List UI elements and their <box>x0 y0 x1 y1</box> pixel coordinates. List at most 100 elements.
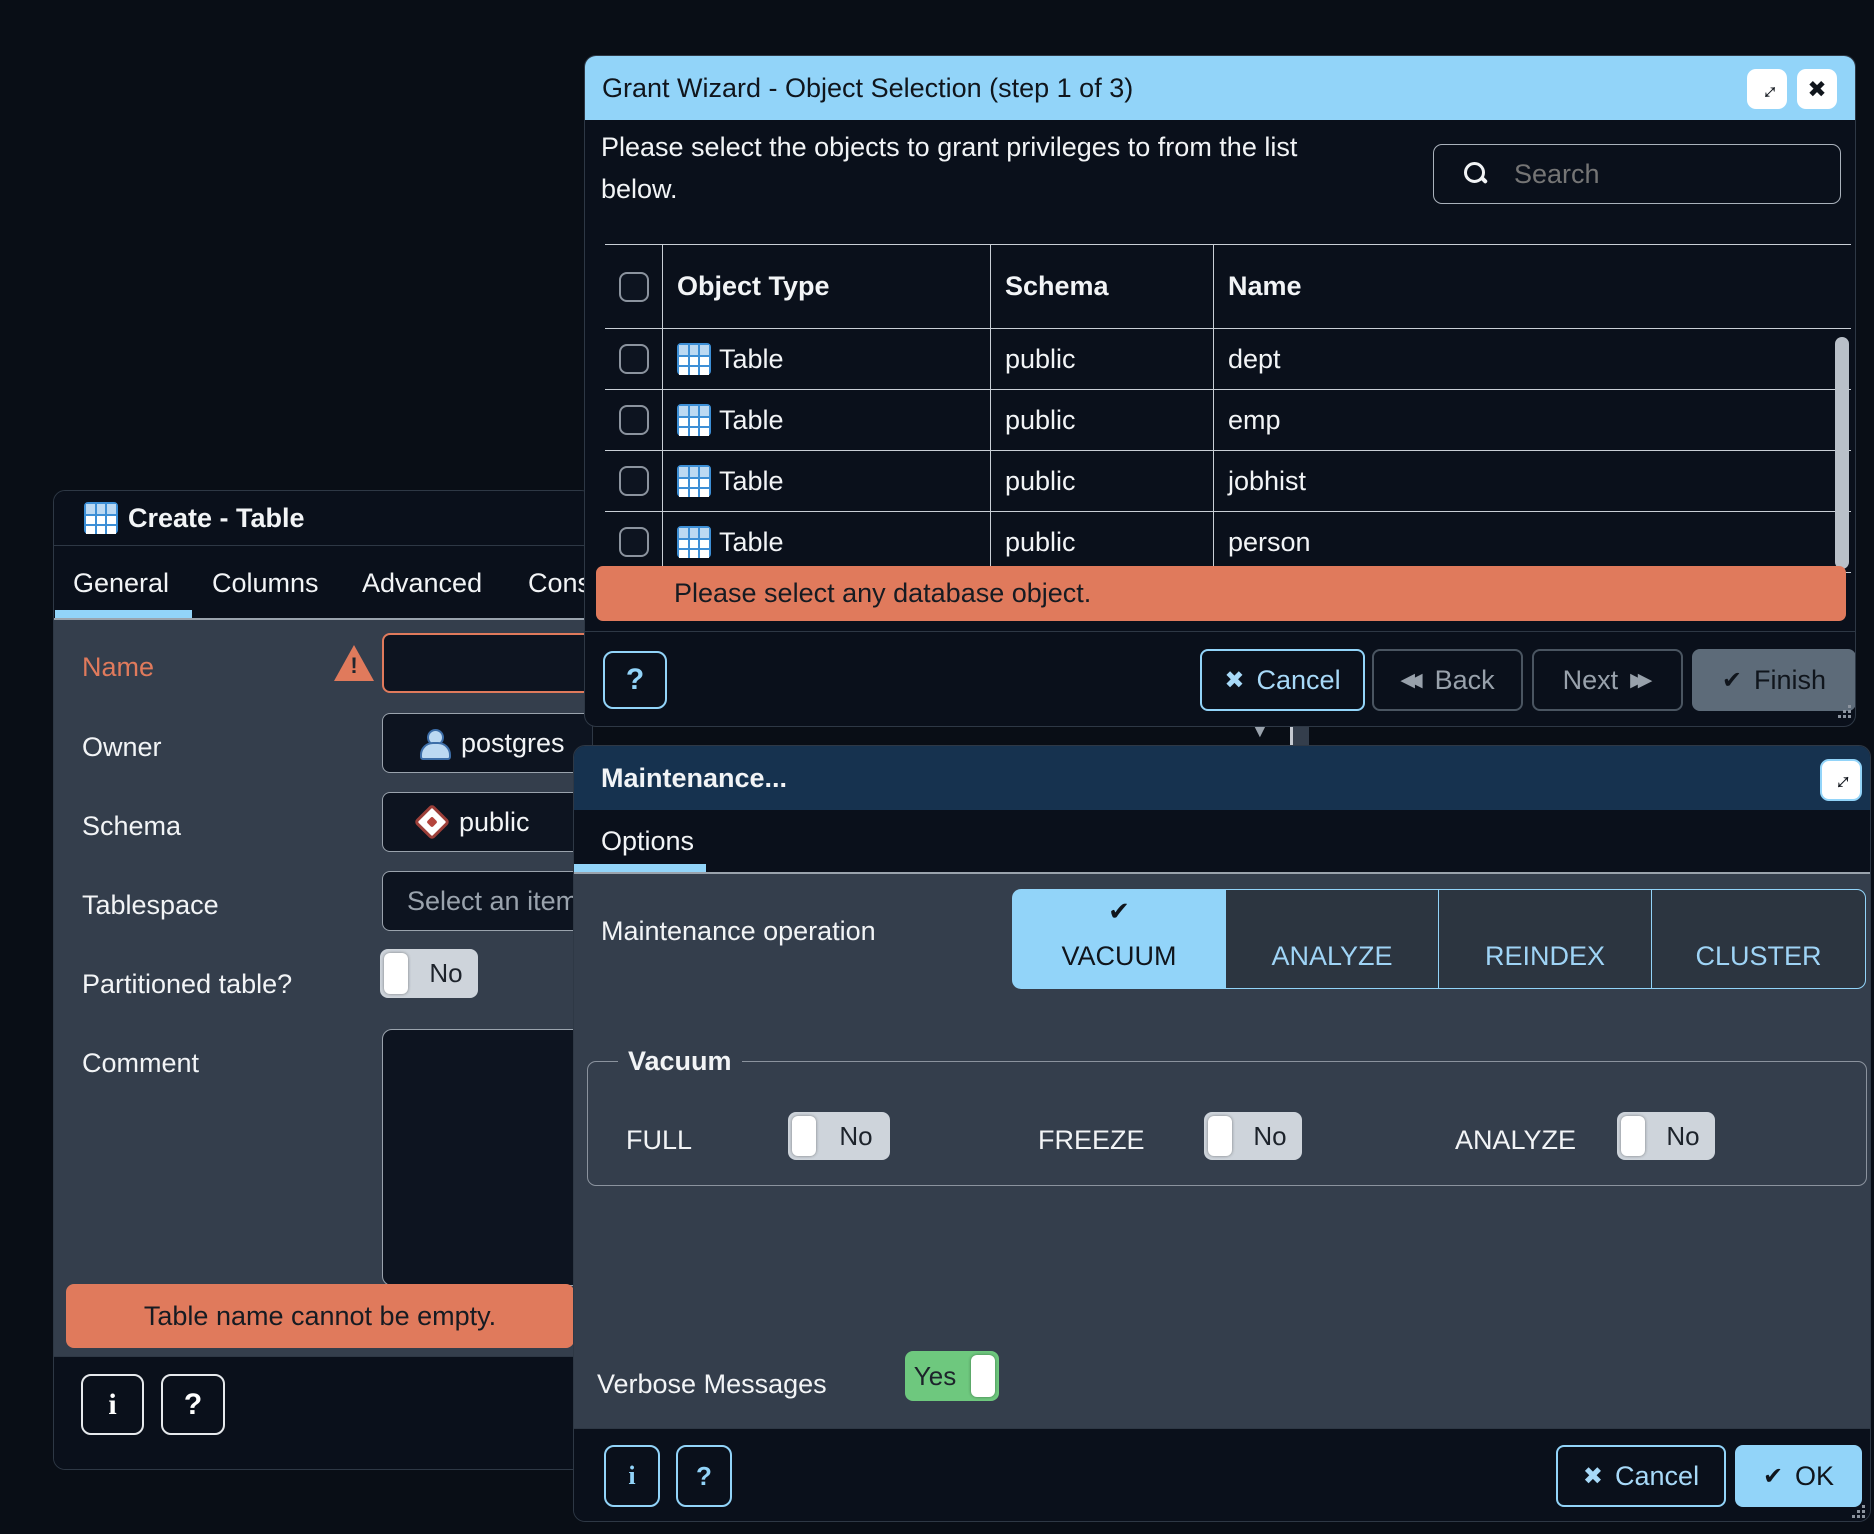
vacuum-legend: Vacuum <box>618 1046 742 1077</box>
segment-label: REINDEX <box>1485 941 1605 972</box>
owner-label: Owner <box>82 732 162 763</box>
x-icon: ✖ <box>1583 1462 1603 1491</box>
cell-schema: public <box>1005 527 1076 558</box>
create-table-dialog: Create - Table General Columns Advanced … <box>53 490 593 1470</box>
tablespace-select[interactable]: Select an item <box>382 871 593 931</box>
warning-icon: ! <box>334 645 374 681</box>
check-icon: ✔ <box>1763 1462 1783 1491</box>
partitioned-toggle[interactable]: No <box>380 949 478 998</box>
row-checkbox[interactable] <box>619 344 649 374</box>
check-icon: ✔ <box>1108 896 1130 927</box>
schema-icon <box>414 804 451 841</box>
segment-cluster[interactable]: ✔ CLUSTER <box>1652 889 1866 989</box>
table-row[interactable]: Table public person <box>605 512 1851 573</box>
help-button[interactable]: ? <box>676 1445 732 1507</box>
back-label: Back <box>1435 665 1495 696</box>
help-button[interactable]: ? <box>603 651 667 709</box>
col-name[interactable]: Name <box>1228 271 1302 302</box>
segment-vacuum[interactable]: ✔ VACUUM <box>1012 889 1226 989</box>
cancel-button[interactable]: ✖ Cancel <box>1556 1445 1726 1507</box>
schema-select[interactable]: public <box>382 792 593 852</box>
maintenance-dialog: Maintenance... ↔ Options Maintenance ope… <box>573 745 1871 1522</box>
segment-label: VACUUM <box>1061 941 1176 972</box>
check-icon: ✔ <box>1722 666 1742 695</box>
active-tab-underline <box>55 610 192 618</box>
row-checkbox[interactable] <box>619 405 649 435</box>
name-input[interactable] <box>382 633 593 693</box>
partitioned-value: No <box>414 958 478 989</box>
resize-grip[interactable] <box>1853 1506 1865 1518</box>
segment-label: ANALYZE <box>1271 941 1392 972</box>
table-row[interactable]: Table public emp <box>605 390 1851 451</box>
scrollbar-thumb[interactable] <box>1290 727 1309 745</box>
operation-label: Maintenance operation <box>601 916 876 947</box>
maximize-button[interactable]: ↔ <box>1820 759 1862 801</box>
segment-label: CLUSTER <box>1695 941 1821 972</box>
create-table-tabbar: General Columns Advanced Constraints <box>54 546 592 620</box>
create-table-title: Create - Table <box>128 503 305 534</box>
table-scrollbar[interactable] <box>1835 337 1849 569</box>
gw-description-line1: Please select the objects to grant privi… <box>601 132 1297 163</box>
grant-wizard-dialog: Grant Wizard - Object Selection (step 1 … <box>584 55 1856 727</box>
tab-general[interactable]: General <box>73 568 169 599</box>
toggle-knob <box>971 1355 995 1397</box>
freeze-toggle[interactable]: No <box>1204 1112 1302 1160</box>
maintenance-titlebar[interactable]: Maintenance... ↔ <box>574 746 1870 810</box>
comment-textarea[interactable] <box>382 1029 593 1286</box>
toggle-knob <box>1621 1116 1645 1156</box>
segment-analyze[interactable]: ✔ ANALYZE <box>1226 889 1439 989</box>
schema-value: public <box>459 807 530 838</box>
analyze-toggle[interactable]: No <box>1617 1112 1715 1160</box>
tablespace-placeholder: Select an item <box>407 886 578 917</box>
grant-wizard-titlebar[interactable]: Grant Wizard - Object Selection (step 1 … <box>585 56 1855 120</box>
resize-grip[interactable] <box>1839 706 1851 718</box>
schema-label: Schema <box>82 811 181 842</box>
select-all-checkbox[interactable] <box>619 272 649 302</box>
help-button[interactable]: ? <box>161 1374 225 1435</box>
row-checkbox[interactable] <box>619 527 649 557</box>
segment-reindex[interactable]: ✔ REINDEX <box>1439 889 1652 989</box>
cell-name: emp <box>1228 405 1281 436</box>
col-object-type[interactable]: Object Type <box>677 271 830 302</box>
search-input[interactable] <box>1514 159 1794 190</box>
maintenance-tabbar: Options <box>574 810 1870 874</box>
cancel-button[interactable]: ✖ Cancel <box>1200 649 1365 711</box>
table-row[interactable]: Table public jobhist <box>605 451 1851 512</box>
maximize-button[interactable]: ↔ <box>1747 69 1787 109</box>
info-icon: i <box>628 1461 635 1491</box>
create-table-footer: i ? <box>54 1356 592 1470</box>
cell-name: dept <box>1228 344 1281 375</box>
toggle-knob <box>1208 1116 1232 1156</box>
maintenance-footer: i ? ✖ Cancel ✔ OK <box>574 1428 1870 1522</box>
back-button[interactable]: ◀◀ Back <box>1372 649 1523 711</box>
owner-select[interactable]: postgres <box>382 713 593 773</box>
expand-icon: ↔ <box>1823 762 1860 799</box>
objects-table: Object Type Schema Name Table public dep… <box>605 244 1851 575</box>
verbose-label: Verbose Messages <box>597 1369 827 1400</box>
ok-button[interactable]: ✔ OK <box>1735 1445 1862 1507</box>
create-table-titlebar[interactable]: Create - Table <box>54 491 592 546</box>
search-icon <box>1464 162 1488 186</box>
tab-columns[interactable]: Columns <box>212 568 319 599</box>
tab-options[interactable]: Options <box>601 826 694 857</box>
full-value: No <box>822 1121 890 1152</box>
info-icon: i <box>108 1388 116 1422</box>
info-button[interactable]: i <box>81 1374 144 1435</box>
info-button[interactable]: i <box>604 1445 660 1507</box>
search-box[interactable] <box>1433 144 1841 204</box>
ok-label: OK <box>1795 1461 1834 1492</box>
next-button[interactable]: Next ▶▶ <box>1532 649 1683 711</box>
full-toggle[interactable]: No <box>788 1112 890 1160</box>
verbose-toggle[interactable]: Yes <box>905 1351 999 1401</box>
close-button[interactable]: ✖ <box>1797 69 1837 109</box>
maintenance-title: Maintenance... <box>601 763 787 794</box>
grant-wizard-title: Grant Wizard - Object Selection (step 1 … <box>602 73 1133 104</box>
verbose-value: Yes <box>905 1361 965 1392</box>
finish-button[interactable]: ✔ Finish <box>1692 649 1856 711</box>
row-checkbox[interactable] <box>619 466 649 496</box>
table-icon <box>677 343 711 375</box>
col-schema[interactable]: Schema <box>1005 271 1109 302</box>
tab-advanced[interactable]: Advanced <box>362 568 482 599</box>
table-icon <box>677 526 711 558</box>
table-row[interactable]: Table public dept <box>605 329 1851 390</box>
